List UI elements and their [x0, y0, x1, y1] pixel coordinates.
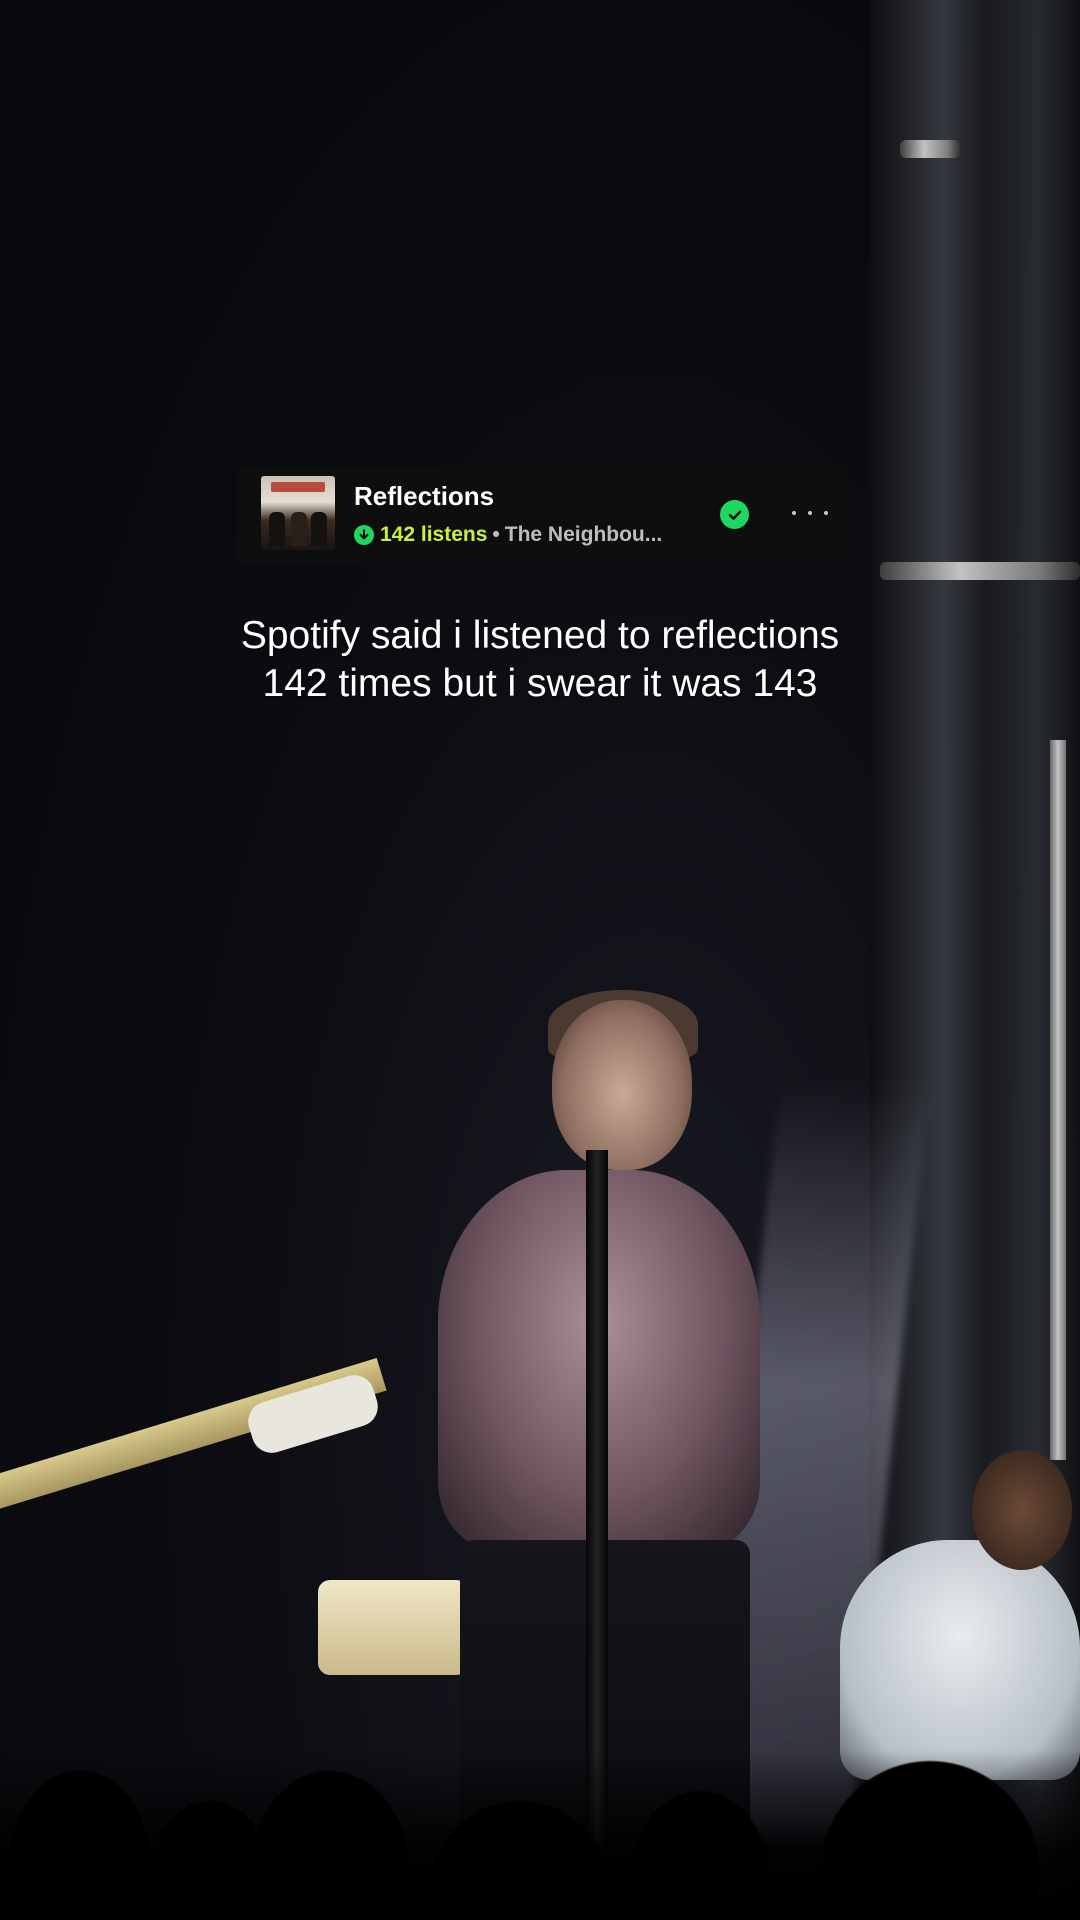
drummer-body [840, 1540, 1080, 1780]
crowd-silhouettes [0, 1750, 1080, 1920]
listen-count: 142 listens [380, 523, 488, 546]
dot-icon [824, 511, 828, 515]
meta-separator: • [492, 523, 500, 546]
stage-light [900, 140, 960, 158]
album-art-figure [311, 512, 327, 546]
caption-text: Spotify said i listened to reflections 1… [240, 614, 840, 705]
album-art-sign [271, 482, 325, 492]
singer-head [552, 1000, 692, 1170]
drummer-head [972, 1450, 1072, 1570]
track-meta: 142 listens • The Neighbou... [354, 523, 662, 547]
drum [318, 1580, 468, 1675]
pillar-rod [1050, 740, 1066, 1460]
check-circle-icon[interactable] [720, 500, 749, 529]
dot-icon [808, 511, 812, 515]
more-options-icon[interactable] [792, 501, 828, 525]
concert-background [0, 0, 1080, 1920]
pillar-band [880, 562, 1080, 580]
dot-icon [792, 511, 796, 515]
album-art-figure [269, 512, 285, 546]
album-art-figure [291, 512, 307, 546]
spotify-track-card[interactable]: Reflections 142 listens • The Neighbou..… [237, 467, 843, 563]
download-arrow-icon [354, 525, 374, 545]
track-title[interactable]: Reflections [354, 481, 494, 512]
artist-name[interactable]: The Neighbou... [505, 523, 663, 547]
album-art[interactable] [261, 476, 335, 550]
